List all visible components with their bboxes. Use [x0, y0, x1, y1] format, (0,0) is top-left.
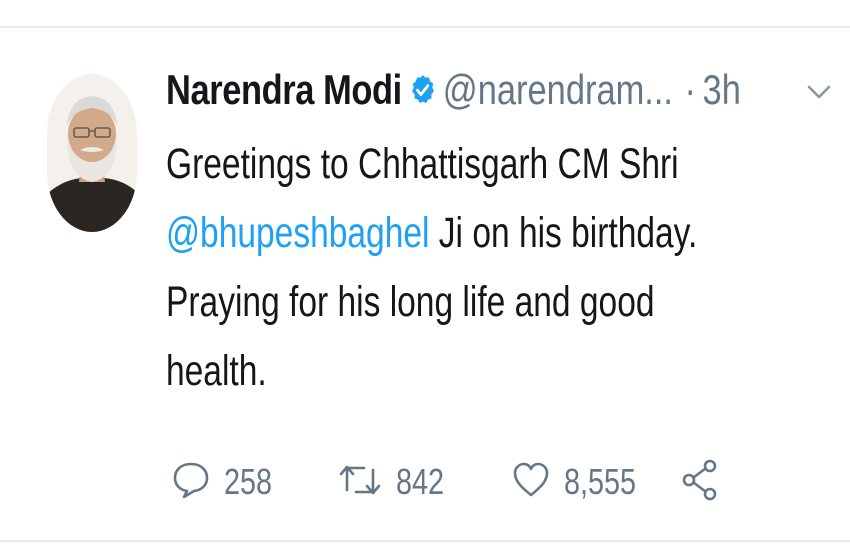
mention-link[interactable]: @bhupeshbaghel [166, 209, 429, 257]
retweet-count: 842 [396, 461, 445, 502]
tweet-text-fragment: Ji on his birthday. [429, 209, 698, 257]
share-icon [680, 458, 720, 507]
author-name[interactable]: Narendra Modi [166, 66, 402, 114]
top-divider [0, 26, 850, 28]
tweet-text-line: Praying for his long life and good [166, 278, 655, 326]
tweet-actions: 258 842 8,555 [166, 452, 766, 512]
share-button[interactable] [680, 452, 720, 512]
like-count: 8,555 [564, 461, 637, 502]
retweet-icon [338, 460, 382, 505]
tweet-text: Greetings to Chhattisgarh CM Shri @bhupe… [166, 130, 806, 406]
reply-count: 258 [224, 461, 273, 502]
tweet-text-line: Greetings to Chhattisgarh CM Shri [166, 140, 679, 188]
retweet-button[interactable]: 842 [338, 452, 456, 512]
tweet-text-line: @bhupeshbaghel Ji on his birthday. [166, 199, 806, 268]
tweet-header: Narendra Modi @narendram... · 3h [166, 58, 741, 122]
avatar[interactable] [47, 74, 137, 232]
bottom-divider [0, 540, 850, 542]
reply-icon [172, 460, 210, 505]
verified-badge-icon [408, 73, 436, 107]
header-separator: · [684, 66, 696, 113]
like-button[interactable]: 8,555 [512, 452, 654, 512]
avatar-image [47, 74, 137, 232]
author-handle[interactable]: @narendram... [443, 66, 673, 114]
chevron-down-icon[interactable] [803, 80, 835, 104]
heart-icon [512, 460, 550, 505]
tweet-text-line: health. [166, 347, 267, 395]
reply-button[interactable]: 258 [172, 452, 284, 512]
tweet-timestamp[interactable]: 3h [703, 66, 741, 114]
